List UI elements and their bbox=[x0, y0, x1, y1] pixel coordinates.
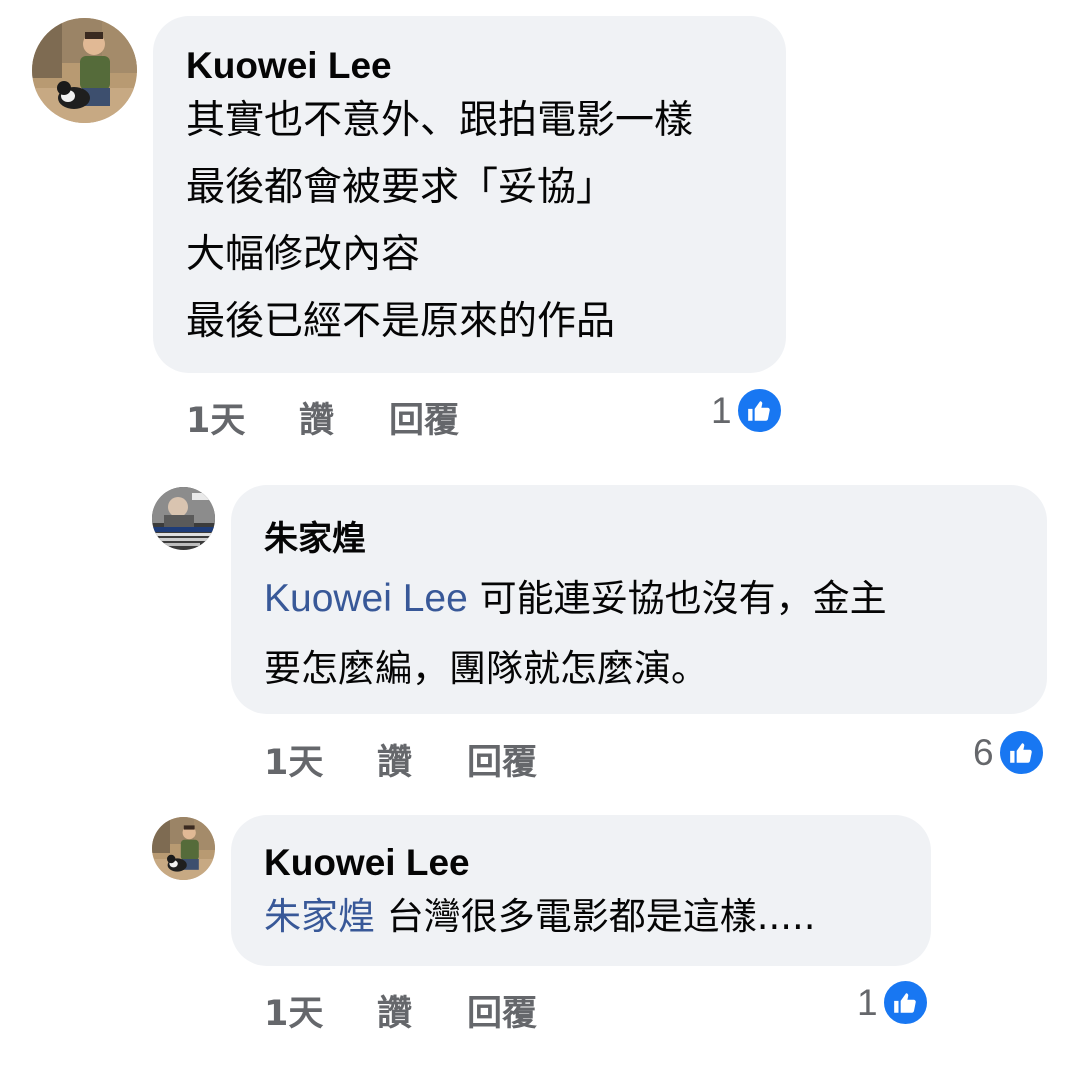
comment-text: Kuowei Lee 可能連妥協也沒有，金主 要怎麼編，團隊就怎麼演。 bbox=[264, 564, 1047, 704]
thumbs-up-icon bbox=[880, 978, 930, 1027]
reaction-count: 6 bbox=[973, 731, 994, 773]
comment-text: 朱家煌 台灣很多電影都是這樣..... bbox=[264, 885, 931, 949]
timestamp[interactable]: 1天 bbox=[264, 734, 377, 785]
mention-link[interactable]: Kuowei Lee bbox=[264, 577, 468, 620]
reaction-summary[interactable]: 1 bbox=[857, 978, 930, 1027]
thumbs-up-icon bbox=[734, 386, 784, 435]
comment-actions: 1天 讚 回覆 bbox=[264, 734, 537, 785]
comment-line: 大幅修改內容 bbox=[186, 232, 421, 277]
thumbs-up-icon bbox=[996, 728, 1046, 777]
comment-line-text: 可能連妥協也沒有，金主 bbox=[467, 577, 887, 620]
reaction-count: 1 bbox=[857, 981, 878, 1023]
avatar[interactable] bbox=[32, 18, 137, 123]
reply-button[interactable]: 回覆 bbox=[467, 985, 537, 1036]
comment-text: 其實也不意外、跟拍電影一樣 最後都會被要求「妥協」 大幅修改內容 最後已經不是原… bbox=[186, 87, 786, 355]
comment-line: 最後已經不是原來的作品 bbox=[186, 299, 616, 344]
reply-button[interactable]: 回覆 bbox=[467, 734, 537, 785]
person-with-dog-photo-icon bbox=[152, 817, 215, 880]
news-broadcast-photo-icon bbox=[152, 487, 215, 550]
reaction-summary[interactable]: 6 bbox=[973, 728, 1046, 777]
comment-bubble: Kuowei Lee 其實也不意外、跟拍電影一樣 最後都會被要求「妥協」 大幅修… bbox=[153, 16, 786, 373]
comment-line: Kuowei Lee 可能連妥協也沒有，金主 bbox=[264, 564, 1047, 634]
comment-bubble: 朱家煌 Kuowei Lee 可能連妥協也沒有，金主 要怎麼編，團隊就怎麼演。 bbox=[231, 485, 1047, 714]
person-with-dog-photo-icon bbox=[32, 18, 137, 123]
timestamp[interactable]: 1天 bbox=[264, 985, 377, 1036]
avatar[interactable] bbox=[152, 817, 215, 880]
avatar[interactable] bbox=[152, 487, 215, 550]
comment-line-text: 台灣很多電影都是這樣..... bbox=[375, 895, 816, 938]
comment-actions: 1天 讚 回覆 bbox=[264, 985, 537, 1036]
comment-line: 其實也不意外、跟拍電影一樣 bbox=[186, 98, 694, 143]
like-button[interactable]: 讚 bbox=[299, 392, 389, 443]
mention-link[interactable]: 朱家煌 bbox=[264, 895, 375, 938]
comment-line: 要怎麼編，團隊就怎麼演。 bbox=[264, 647, 708, 690]
comment-actions: 1天 讚 回覆 bbox=[186, 392, 459, 443]
timestamp[interactable]: 1天 bbox=[186, 392, 299, 443]
reply-button[interactable]: 回覆 bbox=[389, 392, 459, 443]
comment-line: 最後都會被要求「妥協」 bbox=[186, 165, 616, 210]
author-name[interactable]: 朱家煌 bbox=[264, 517, 1047, 561]
like-button[interactable]: 讚 bbox=[377, 734, 467, 785]
reaction-summary[interactable]: 1 bbox=[711, 386, 784, 435]
author-name[interactable]: Kuowei Lee bbox=[186, 44, 786, 88]
reaction-count: 1 bbox=[711, 389, 732, 431]
like-button[interactable]: 讚 bbox=[377, 985, 467, 1036]
comment-bubble: Kuowei Lee 朱家煌 台灣很多電影都是這樣..... bbox=[231, 815, 931, 966]
author-name[interactable]: Kuowei Lee bbox=[264, 841, 931, 885]
